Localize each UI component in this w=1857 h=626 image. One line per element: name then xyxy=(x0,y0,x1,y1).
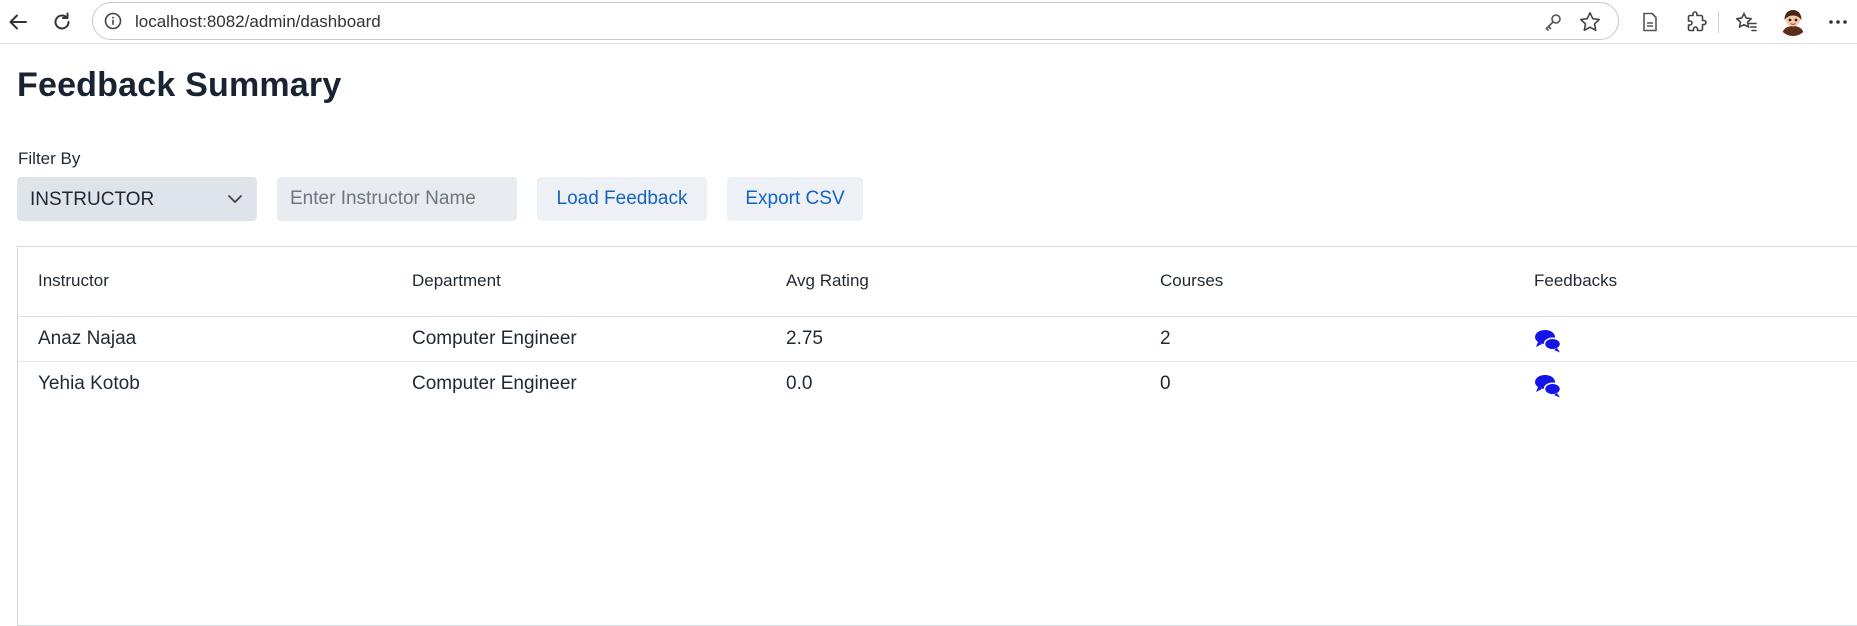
comments-icon[interactable] xyxy=(1534,328,1562,360)
table-header: Instructor Department Avg Rating Courses… xyxy=(18,247,1857,317)
feedback-table: Instructor Department Avg Rating Courses… xyxy=(17,246,1857,626)
reader-icon[interactable] xyxy=(1636,8,1664,36)
cell-courses: 2 xyxy=(1160,328,1171,349)
cell-courses: 0 xyxy=(1160,373,1171,394)
column-header-feedbacks[interactable]: Feedbacks xyxy=(1534,271,1617,291)
avatar[interactable] xyxy=(1778,6,1808,36)
column-header-instructor[interactable]: Instructor xyxy=(38,271,109,291)
cell-instructor: Yehia Kotob xyxy=(38,373,140,394)
cell-avg-rating: 0.0 xyxy=(786,373,813,394)
cell-department: Computer Engineer xyxy=(412,328,577,349)
column-header-courses[interactable]: Courses xyxy=(1160,271,1223,291)
cell-department: Computer Engineer xyxy=(412,373,577,394)
extensions-icon[interactable] xyxy=(1682,8,1710,36)
comments-icon[interactable] xyxy=(1534,373,1562,405)
more-icon[interactable] xyxy=(1824,8,1852,36)
favorites-icon[interactable] xyxy=(1732,8,1760,36)
key-icon[interactable] xyxy=(1543,12,1563,37)
cell-avg-rating: 2.75 xyxy=(786,328,823,349)
column-header-avg-rating[interactable]: Avg Rating xyxy=(786,271,869,291)
back-arrow-icon[interactable] xyxy=(2,6,34,38)
column-header-department[interactable]: Department xyxy=(412,271,501,291)
reload-icon[interactable] xyxy=(46,6,78,38)
instructor-name-input[interactable] xyxy=(277,177,517,221)
load-feedback-button[interactable]: Load Feedback xyxy=(537,177,707,221)
address-bar[interactable]: localhost:8082/admin/dashboard xyxy=(92,2,1619,40)
export-csv-button[interactable]: Export CSV xyxy=(727,177,863,221)
browser-toolbar: localhost:8082/admin/dashboard xyxy=(0,0,1857,44)
filter-select[interactable]: INSTRUCTOR xyxy=(17,177,257,221)
table-row[interactable]: Yehia Kotob Computer Engineer 0.0 0 xyxy=(18,362,1857,407)
star-icon[interactable] xyxy=(1578,10,1602,39)
filter-label: Filter By xyxy=(18,149,81,168)
page-title: Feedback Summary xyxy=(17,66,342,104)
cell-instructor: Anaz Najaa xyxy=(38,328,137,349)
toolbar-divider xyxy=(1718,11,1719,33)
info-icon[interactable] xyxy=(104,12,122,30)
chevron-down-icon xyxy=(227,192,243,211)
table-row[interactable]: Anaz Najaa Computer Engineer 2.75 2 xyxy=(18,317,1857,362)
url-text[interactable]: localhost:8082/admin/dashboard xyxy=(135,12,381,32)
filter-select-value: INSTRUCTOR xyxy=(30,189,155,210)
